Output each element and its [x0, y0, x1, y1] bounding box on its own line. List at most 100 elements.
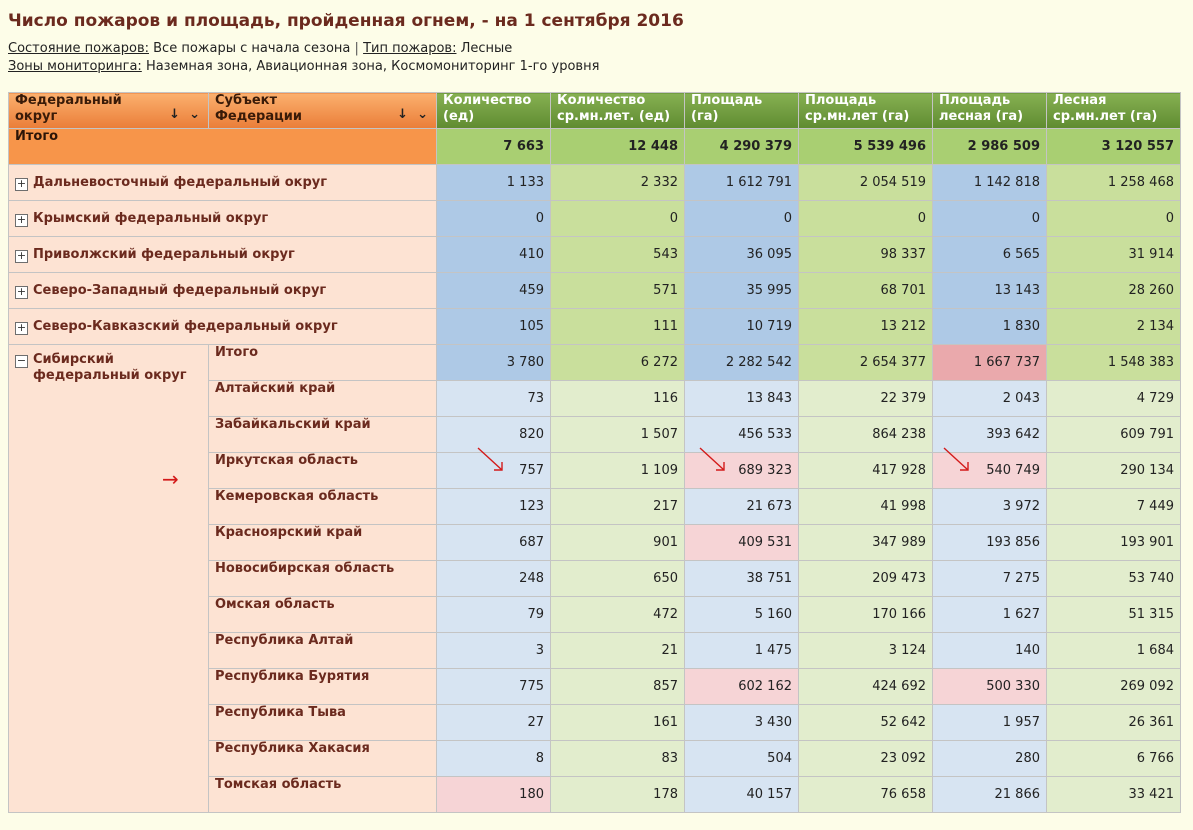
value-cell: 571 [550, 272, 685, 309]
value-cell: 40 157 [684, 776, 799, 813]
value-cell: 280 [932, 740, 1047, 777]
value-cell: 3 [436, 632, 551, 669]
fire-state-link[interactable]: Состояние пожаров: [8, 41, 149, 56]
value-cell: 3 430 [684, 704, 799, 741]
annotation-arrow-right: → [162, 467, 179, 491]
value-cell: 98 337 [798, 236, 933, 273]
value-cell: 217 [550, 488, 685, 525]
monitoring-zones-value: Наземная зона, Авиационная зона, Космомо… [145, 59, 600, 74]
district-name: Сибирский [33, 352, 114, 367]
expand-icon[interactable]: + [15, 213, 28, 227]
page-title: Число пожаров и площадь, пройденная огне… [8, 11, 684, 31]
value-cell: 79 [436, 596, 551, 633]
chevron-down-icon[interactable]: ⌄ [417, 107, 428, 122]
value-cell: 7 449 [1046, 488, 1181, 525]
subject-label[interactable]: Новосибирская область [208, 560, 437, 597]
expand-icon[interactable]: + [15, 285, 28, 299]
sort-down-icon[interactable]: ↓ [169, 107, 180, 122]
district-name: Приволжский федеральный округ [33, 246, 295, 262]
value-cell: 180 [436, 776, 551, 813]
measure-header-area[interactable]: Площадь (га) [684, 92, 799, 129]
district-row: + Северо-Кавказский федеральный округ 105 1… [8, 308, 1181, 345]
value-cell: 178 [550, 776, 685, 813]
siberia-total-row: − Сибирский федеральный округ Итого 3 780 6 2… [8, 344, 1181, 813]
district-label[interactable]: + Северо-Западный федеральный округ [8, 272, 437, 309]
measure-header-forest-avg[interactable]: Лесная ср.мн.лет (га) [1046, 92, 1181, 129]
value-cell: 52 642 [798, 704, 933, 741]
subject-label[interactable]: Республика Алтай [208, 632, 437, 669]
district-name: Северо-Кавказский федеральный округ [33, 318, 338, 334]
monitoring-zones-link[interactable]: Зоны мониторинга: [8, 59, 142, 74]
district-label[interactable]: + Северо-Кавказский федеральный округ [8, 308, 437, 345]
value-cell: 1 667 737 [932, 344, 1047, 381]
value-cell: 687 [436, 524, 551, 561]
district-name: Северо-Западный федеральный округ [33, 282, 327, 298]
district-row: + Дальневосточный федеральный округ 1 133 2… [8, 164, 1181, 201]
total-value: 12 448 [550, 128, 685, 165]
subject-label[interactable]: Кемеровская область [208, 488, 437, 525]
subject-label[interactable]: Республика Тыва [208, 704, 437, 741]
expand-icon[interactable]: + [15, 249, 28, 263]
value-cell: 41 998 [798, 488, 933, 525]
value-cell: 36 095 [684, 236, 799, 273]
district-label[interactable]: + Дальневосточный федеральный округ [8, 164, 437, 201]
filter-line-1: Состояние пожаров: Все пожары с начала с… [8, 40, 599, 58]
district-label[interactable]: + Приволжский федеральный округ [8, 236, 437, 273]
value-cell: 6 565 [932, 236, 1047, 273]
federal-district-header[interactable]: Федеральный округ ↓ ⌄ [8, 92, 209, 129]
subject-label[interactable]: Томская область [208, 776, 437, 813]
annotation-diagonal-arrow-2 [699, 447, 725, 471]
measure-header-count-avg[interactable]: Количество ср.мн.лет. (ед) [550, 92, 685, 129]
value-cell: 1 258 468 [1046, 164, 1181, 201]
value-cell: 38 751 [684, 560, 799, 597]
subject-label[interactable]: Забайкальский край [208, 416, 437, 453]
value-cell: 13 212 [798, 308, 933, 345]
value-cell: 8 [436, 740, 551, 777]
value-cell: 27 [436, 704, 551, 741]
measure-header-area-avg[interactable]: Площадь ср.мн.лет (га) [798, 92, 933, 129]
value-cell: 76 658 [798, 776, 933, 813]
chevron-down-icon[interactable]: ⌄ [189, 107, 200, 122]
value-cell: 410 [436, 236, 551, 273]
total-value: 5 539 496 [798, 128, 933, 165]
subject-label[interactable]: Красноярский край [208, 524, 437, 561]
value-cell: 650 [550, 560, 685, 597]
subject-label[interactable]: Алтайский край [208, 380, 437, 417]
expand-icon[interactable]: + [15, 321, 28, 335]
subject-label[interactable]: Иркутская область [208, 452, 437, 489]
district-name-line2: федеральный округ [33, 368, 187, 383]
value-cell: 5 160 [684, 596, 799, 633]
federal-subject-header[interactable]: Субъект Федерации ↓ ⌄ [208, 92, 437, 129]
value-cell: 409 531 [684, 524, 799, 561]
value-cell: 901 [550, 524, 685, 561]
value-cell: 111 [550, 308, 685, 345]
value-cell: 105 [436, 308, 551, 345]
value-cell: 2 282 542 [684, 344, 799, 381]
value-cell: 1 684 [1046, 632, 1181, 669]
value-cell: 28 260 [1046, 272, 1181, 309]
siberia-district-label[interactable]: − Сибирский федеральный округ [8, 344, 209, 813]
subject-label[interactable]: Республика Хакасия [208, 740, 437, 777]
value-cell: 10 719 [684, 308, 799, 345]
value-cell: 1 133 [436, 164, 551, 201]
fire-type-value: Лесные [460, 41, 513, 56]
measure-header-count[interactable]: Количество (ед) [436, 92, 551, 129]
value-cell: 602 162 [684, 668, 799, 705]
value-cell: 21 866 [932, 776, 1047, 813]
fire-type-link[interactable]: Тип пожаров: [363, 41, 456, 56]
subtotal-label: Итого [208, 344, 437, 381]
subject-label[interactable]: Омская область [208, 596, 437, 633]
measure-header-forest-area[interactable]: Площадь лесная (га) [932, 92, 1047, 129]
district-label[interactable]: + Крымский федеральный округ [8, 200, 437, 237]
expand-icon[interactable]: + [15, 177, 28, 191]
value-cell: 3 124 [798, 632, 933, 669]
value-cell: 0 [684, 200, 799, 237]
annotation-diagonal-arrow-1 [477, 447, 503, 471]
sort-down-icon[interactable]: ↓ [397, 107, 408, 122]
value-cell: 0 [436, 200, 551, 237]
subject-label[interactable]: Республика Бурятия [208, 668, 437, 705]
collapse-icon[interactable]: − [15, 355, 28, 368]
value-cell: 1 957 [932, 704, 1047, 741]
value-cell: 7 275 [932, 560, 1047, 597]
value-cell: 33 421 [1046, 776, 1181, 813]
